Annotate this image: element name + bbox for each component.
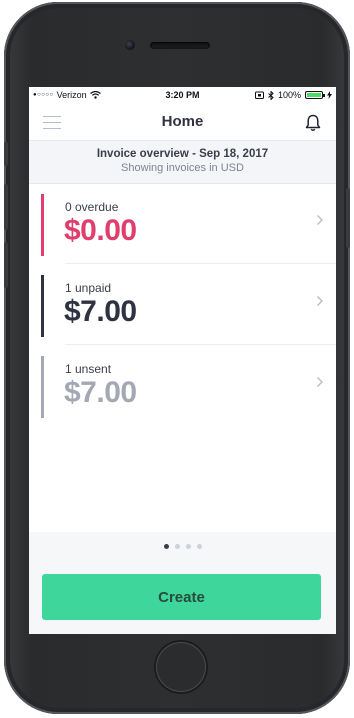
overdue-count-label: 0 overdue <box>65 200 119 214</box>
page-title: Home <box>161 113 204 130</box>
status-bar: ●○○○○ Verizon 3:20 PM 100% <box>29 87 336 104</box>
unpaid-count-label: 1 unpaid <box>65 281 112 295</box>
card-divider <box>65 344 336 345</box>
create-button[interactable]: Create <box>42 574 321 620</box>
page-dot[interactable] <box>174 543 180 549</box>
bell-icon[interactable] <box>303 113 323 133</box>
card-divider <box>65 263 336 264</box>
chevron-right-icon <box>317 215 323 225</box>
overview-subtitle: Showing invoices in USD <box>121 162 244 174</box>
overdue-summary-card[interactable]: 0 overdue $0.00 <box>29 184 336 264</box>
footer-bar: Create <box>29 560 336 634</box>
chevron-right-icon <box>317 296 323 306</box>
overdue-status-bar <box>41 194 44 256</box>
navigation-bar: Home <box>29 104 336 140</box>
front-camera <box>125 40 135 50</box>
unsent-summary-card[interactable]: 1 unsent $7.00 <box>29 346 336 426</box>
charging-bolt-icon <box>327 91 332 99</box>
phone-frame: ●○○○○ Verizon 3:20 PM 100% Home Invoice … <box>4 2 350 714</box>
volume-down-button <box>4 242 8 288</box>
volume-up-button <box>4 184 8 230</box>
screen-lock-icon <box>254 91 264 99</box>
overview-title: Invoice overview - Sep 18, 2017 <box>96 148 269 160</box>
page-dot[interactable] <box>163 543 169 549</box>
bluetooth-icon <box>268 90 274 100</box>
mute-switch <box>4 142 8 166</box>
unsent-amount: $7.00 <box>64 376 137 409</box>
unsent-status-bar <box>41 356 44 418</box>
unpaid-amount: $7.00 <box>64 295 137 328</box>
power-button <box>346 188 350 248</box>
unpaid-status-bar <box>41 275 44 337</box>
page-indicator[interactable] <box>29 532 336 560</box>
overdue-amount: $0.00 <box>64 214 137 247</box>
unsent-count-label: 1 unsent <box>65 362 112 376</box>
battery-percent: 100% <box>277 90 301 100</box>
chevron-right-icon <box>317 377 323 387</box>
battery-icon <box>305 91 325 99</box>
app-screen: ●○○○○ Verizon 3:20 PM 100% Home Invoice … <box>29 87 336 634</box>
home-button[interactable] <box>156 642 206 692</box>
page-dot[interactable] <box>196 543 202 549</box>
earpiece-speaker <box>150 42 210 49</box>
invoice-overview-banner: Invoice overview - Sep 18, 2017 Showing … <box>29 140 336 184</box>
unpaid-summary-card[interactable]: 1 unpaid $7.00 <box>29 265 336 345</box>
page-dot[interactable] <box>185 543 191 549</box>
invoice-summary-list: 0 overdue $0.00 1 unpaid $7.00 1 unsent <box>29 184 336 532</box>
